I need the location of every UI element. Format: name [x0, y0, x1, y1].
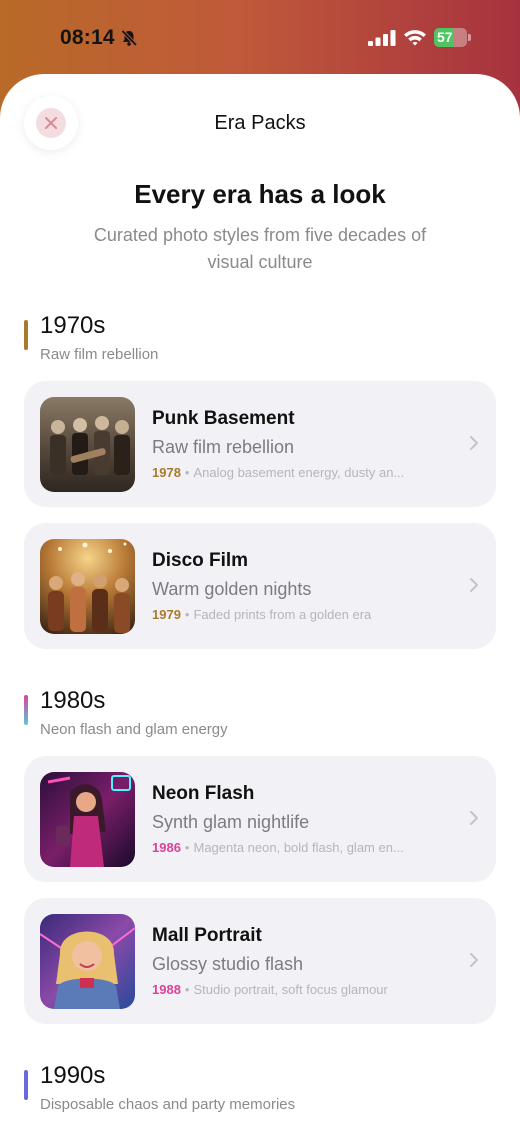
card-tagline: Warm golden nights [152, 579, 312, 599]
card-tagline: Glossy studio flash [152, 954, 304, 974]
card-description: Magenta neon, bold flash, glam en... [193, 840, 404, 855]
card-title: Punk Basement [152, 408, 295, 429]
card-year: 1979 [152, 607, 181, 622]
section-subtitle-1980s: Neon flash and glam energy [40, 721, 228, 738]
mall-portrait-image [40, 914, 135, 1009]
section-title-1980s: 1980s [40, 687, 106, 714]
card-meta: 1986 • Magenta neon, bold flash, glam en..… [152, 840, 404, 855]
card-description: Studio portrait, soft focus glamour [193, 982, 388, 997]
pack-card-punk-basement[interactable]: Punk Basement Raw film rebellion 1978 • An… [24, 381, 496, 507]
punk-basement-image [40, 397, 135, 492]
card-meta: 1988 • Studio portrait, soft focus glamour [152, 982, 388, 997]
card-year: 1988 [152, 982, 181, 997]
card-title: Disco Film [152, 550, 249, 571]
section-accent-1980s [24, 695, 28, 725]
page-subtitle: Curated photo styles from five decades o… [93, 225, 427, 272]
section-subtitle-1990s: Disposable chaos and party memories [40, 1096, 296, 1113]
section-accent-1990s [24, 1070, 28, 1100]
card-description: Analog basement energy, dusty an... [193, 465, 405, 480]
chevron-right-icon [470, 578, 478, 592]
card-meta: 1978 • Analog basement energy, dusty an... [152, 465, 405, 480]
status-bar: 08:14 57 [0, 0, 520, 76]
pack-card-disco-film[interactable]: Disco Film Warm golden nights 1979 • Faded… [24, 523, 496, 649]
thumbnail-neon-flash [40, 772, 135, 867]
disco-film-image [40, 539, 135, 634]
chevron-right-icon [470, 953, 478, 967]
page-headline: Every era has a look [134, 179, 386, 209]
pack-card-mall-portrait[interactable]: Mall Portrait Glossy studio flash 1988 • S… [24, 898, 496, 1024]
neon-flash-image [40, 772, 135, 867]
battery-indicator: 57 [434, 28, 471, 47]
chevron-right-icon [470, 811, 478, 825]
thumbnail-punk-basement [40, 397, 135, 492]
card-year: 1978 [152, 465, 181, 480]
card-tagline: Raw film rebellion [152, 437, 295, 457]
battery-level: 57 [437, 29, 453, 45]
section-title-1990s: 1990s [40, 1062, 106, 1089]
section-accent-1970s [24, 320, 28, 350]
section-subtitle-1970s: Raw film rebellion [40, 346, 159, 363]
status-time: 08:14 [60, 26, 115, 49]
era-packs-sheet: Era Packs Every era has a look Curated p… [0, 74, 520, 1130]
pack-card-neon-flash[interactable]: Neon Flash Synth glam nightlife 1986 • Mag… [24, 756, 496, 882]
card-description: Faded prints from a golden era [193, 607, 372, 622]
thumbnail-mall-portrait [40, 914, 135, 1009]
card-meta: 1979 • Faded prints from a golden era [152, 607, 372, 622]
section-title-1970s: 1970s [40, 312, 106, 339]
bell-slash-icon [121, 29, 138, 47]
sheet-title: Era Packs [214, 112, 306, 134]
card-tagline: Synth glam nightlife [152, 812, 310, 832]
thumbnail-disco-film [40, 539, 135, 634]
card-year: 1986 [152, 840, 181, 855]
signal-icon [368, 30, 396, 46]
card-title: Mall Portrait [152, 925, 262, 946]
wifi-icon [404, 30, 426, 46]
card-title: Neon Flash [152, 783, 255, 804]
chevron-right-icon [470, 436, 478, 450]
